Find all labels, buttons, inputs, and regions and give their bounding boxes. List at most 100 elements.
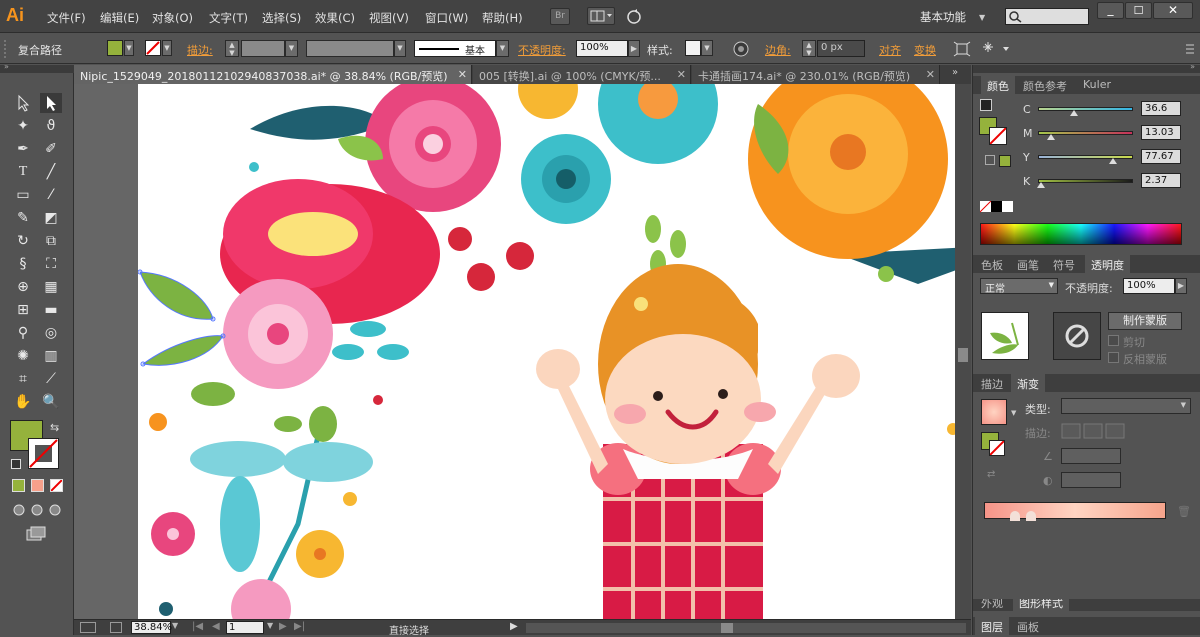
stroke-swatch[interactable] — [145, 40, 161, 56]
transparency-opacity-field[interactable]: 100% — [1123, 278, 1175, 294]
horizontal-scrollbar[interactable] — [526, 623, 966, 633]
collapse-icon[interactable]: » — [4, 62, 9, 71]
delete-stop-icon[interactable]: 🗑 — [1177, 505, 1191, 518]
blend-tool[interactable]: ◎ — [40, 323, 62, 343]
more-tabs-icon[interactable]: » — [952, 67, 958, 78]
tab-document-1[interactable]: Nipic_1529049_20180112102940837038.ai* @… — [74, 65, 472, 84]
out-of-gamut-icon[interactable] — [985, 155, 995, 165]
object-thumbnail[interactable] — [981, 312, 1029, 360]
black-value[interactable]: 2.37 — [1141, 173, 1181, 188]
first-page-icon[interactable]: |◀ — [192, 621, 203, 632]
blend-mode-select[interactable]: 正常 ▼ — [980, 278, 1058, 295]
stroke-label[interactable]: 描边: — [187, 42, 213, 58]
tab-brushes[interactable]: 画笔 — [1011, 255, 1045, 273]
menu-view[interactable]: 视图(V) — [369, 10, 409, 26]
magenta-slider[interactable] — [1038, 131, 1133, 140]
collapse-dock-icon[interactable]: » — [1190, 62, 1195, 71]
black-slider[interactable] — [1037, 179, 1133, 188]
gradient-mode-button[interactable] — [31, 479, 44, 492]
line-tool[interactable]: ╱ — [40, 162, 62, 182]
cyan-slider[interactable] — [1038, 107, 1133, 116]
menu-file[interactable]: 文件(F) — [47, 10, 86, 26]
live-paint-tool[interactable]: ▦ — [40, 277, 62, 297]
menu-window[interactable]: 窗口(W) — [425, 10, 468, 26]
magenta-value[interactable]: 13.03 — [1141, 125, 1181, 140]
opacity-label[interactable]: 不透明度: — [518, 42, 566, 58]
arrange-documents-button[interactable] — [587, 7, 615, 25]
workspace-chevron-icon[interactable]: ▼ — [979, 13, 985, 22]
artboard-nav-icon[interactable] — [80, 622, 96, 633]
drawing-modes[interactable] — [12, 503, 64, 517]
make-mask-button[interactable]: 制作蒙版 — [1108, 312, 1182, 330]
gradient-tool[interactable]: ▬ — [40, 300, 62, 320]
bridge-button[interactable]: Br — [550, 8, 570, 25]
magic-wand-tool[interactable]: ✦ — [12, 116, 34, 136]
tab-document-2[interactable]: 005 [转换].ai @ 100% (CMYK/预... ✕ — [473, 65, 691, 84]
menu-edit[interactable]: 编辑(E) — [100, 10, 139, 26]
close-icon[interactable]: ✕ — [926, 68, 935, 81]
page-dropdown-icon[interactable]: ▼ — [267, 621, 273, 630]
next-page-icon[interactable]: ▶ — [279, 621, 287, 632]
brush-definition[interactable]: 基本 — [414, 40, 496, 57]
artboard-tool[interactable]: ⌗ — [12, 369, 34, 389]
transform-link[interactable]: 变换 — [914, 42, 936, 58]
column-graph-tool[interactable]: ▥ — [40, 346, 62, 366]
last-page-icon[interactable]: ▶| — [294, 621, 305, 632]
symbol-sprayer-tool[interactable]: ✺ — [12, 346, 34, 366]
swap-colors-icon[interactable]: ⇆ — [50, 421, 59, 434]
aspect-ratio-field[interactable] — [1061, 472, 1121, 488]
tab-color-guide[interactable]: 颜色参考 — [1017, 76, 1073, 94]
illustration[interactable] — [138, 84, 955, 619]
mesh-tool[interactable]: ⊞ — [12, 300, 34, 320]
tab-color[interactable]: 颜色 — [981, 76, 1015, 94]
tab-stroke[interactable]: 描边 — [975, 374, 1009, 392]
invert-mask-checkbox[interactable] — [1108, 352, 1119, 363]
align-link[interactable]: 对齐 — [879, 42, 901, 58]
opacity-expand-icon[interactable]: ▶ — [1175, 278, 1187, 294]
scroll-thumb[interactable] — [958, 348, 968, 362]
default-colors-icon[interactable] — [11, 459, 21, 469]
zoom-tool[interactable]: 🔍 — [40, 392, 62, 412]
color-spectrum[interactable] — [980, 223, 1182, 245]
menu-select[interactable]: 选择(S) — [262, 10, 301, 26]
gradient-preview[interactable] — [981, 399, 1007, 425]
close-icon[interactable]: ✕ — [458, 68, 467, 81]
fill-swatch[interactable] — [107, 40, 123, 56]
prev-page-icon[interactable]: ◀ — [212, 621, 220, 632]
fill-dropdown[interactable]: ▼ — [124, 40, 134, 56]
stroke-weight-field[interactable] — [241, 40, 285, 57]
tab-symbols[interactable]: 符号 — [1047, 255, 1081, 273]
rectangle-tool[interactable]: ▭ — [12, 185, 34, 205]
pencil-tool[interactable]: ✎ — [12, 208, 34, 228]
menu-object[interactable]: 对象(O) — [152, 10, 193, 26]
clip-checkbox[interactable] — [1108, 335, 1119, 346]
zoom-dropdown-icon[interactable]: ▼ — [172, 621, 178, 630]
scale-tool[interactable]: ⧉ — [40, 231, 62, 251]
gradient-type-select[interactable]: ▼ — [1061, 398, 1191, 414]
isolate-button[interactable] — [953, 41, 971, 57]
mask-thumbnail[interactable] — [1053, 312, 1101, 360]
warp-tool[interactable]: § — [12, 254, 34, 274]
gamut-swatch[interactable] — [999, 155, 1011, 167]
stroke-weight-dropdown[interactable]: ▼ — [285, 40, 298, 57]
close-window-button[interactable]: ✕ — [1153, 2, 1193, 19]
slice-tool[interactable]: ⟋ — [40, 369, 62, 389]
cyan-slider-marker[interactable] — [1069, 110, 1078, 116]
menu-effect[interactable]: 效果(C) — [315, 10, 355, 26]
graphic-style-swatch[interactable] — [685, 40, 701, 56]
open-in-bridge-icon[interactable] — [110, 622, 122, 633]
corner-field[interactable]: 0 px — [817, 40, 865, 57]
stroke-gradient-options[interactable] — [1061, 423, 1125, 439]
variable-width-profile[interactable] — [306, 40, 394, 57]
eraser-tool[interactable]: ◩ — [40, 208, 62, 228]
opacity-expand-icon[interactable]: ▶ — [628, 40, 640, 57]
gradient-preset-icon[interactable]: ▼ — [1011, 409, 1016, 417]
angle-field[interactable] — [1061, 448, 1121, 464]
gradient-stop[interactable] — [1010, 511, 1020, 521]
status-menu-icon[interactable]: ▶ — [510, 621, 518, 632]
scroll-thumb[interactable] — [721, 623, 733, 633]
tab-swatches[interactable]: 色板 — [975, 255, 1009, 273]
type-tool[interactable]: T — [12, 162, 34, 182]
free-transform-tool[interactable]: ⛶ — [40, 254, 62, 274]
workspace-switcher[interactable]: 基本功能 — [920, 9, 966, 25]
